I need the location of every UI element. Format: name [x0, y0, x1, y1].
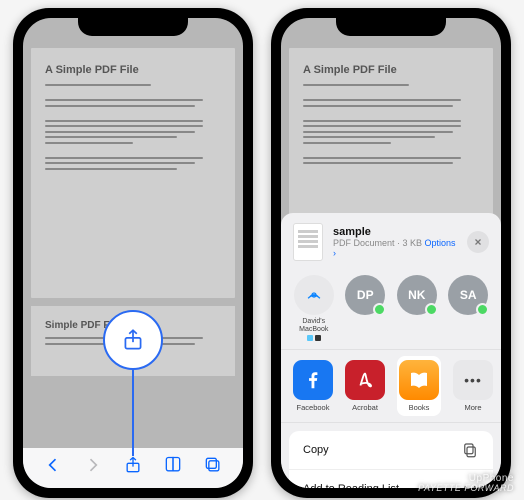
notch	[336, 16, 446, 36]
books-icon	[399, 360, 439, 400]
apps-row: Facebook Acrobat Books	[281, 350, 501, 423]
acrobat-icon	[345, 360, 385, 400]
share-file-name: sample	[333, 226, 457, 238]
airdrop-row: David's MacBook DP NK SA	[281, 271, 501, 350]
more-icon: •••	[453, 360, 493, 400]
facebook-icon	[293, 360, 333, 400]
pdf-title: A Simple PDF File	[45, 64, 221, 76]
screen-left: A Simple PDF File Simple PDF File 2	[23, 18, 243, 488]
pdf-page-1: A Simple PDF File	[31, 48, 235, 298]
screen-right: A Simple PDF File sample PDF Document · …	[281, 18, 501, 488]
back-button[interactable]	[41, 453, 65, 477]
glasses-icon	[461, 480, 479, 488]
app-more[interactable]: ••• More	[453, 360, 493, 412]
airdrop-contact[interactable]: NK	[396, 275, 438, 315]
airdrop-icon	[304, 285, 324, 305]
share-icon	[120, 327, 146, 353]
pdf-page-1-dimmed: A Simple PDF File	[289, 48, 493, 218]
share-sheet-header: sample PDF Document · 3 KB Options ›	[281, 213, 501, 271]
app-acrobat[interactable]: Acrobat	[345, 360, 385, 412]
app-facebook[interactable]: Facebook	[293, 360, 333, 412]
bookmarks-button[interactable]	[161, 453, 185, 477]
forward-button	[81, 453, 105, 477]
copy-icon	[461, 441, 479, 459]
file-thumb-icon	[293, 223, 323, 261]
airdrop-contact[interactable]: SA	[448, 275, 490, 315]
share-callout	[103, 310, 163, 370]
action-copy[interactable]: Copy	[289, 431, 493, 470]
share-button[interactable]	[121, 453, 145, 477]
pdf-title: A Simple PDF File	[303, 64, 479, 76]
share-sheet: sample PDF Document · 3 KB Options ›	[281, 213, 501, 488]
airdrop-target-device[interactable]: David's MacBook	[293, 275, 335, 341]
close-button[interactable]	[467, 231, 489, 253]
close-icon	[473, 237, 483, 247]
tabs-button[interactable]	[201, 453, 225, 477]
share-file-meta: PDF Document · 3 KB Options ›	[333, 238, 457, 258]
phone-right: A Simple PDF File sample PDF Document · …	[271, 8, 511, 498]
actions-list: Copy Add to Reading List	[289, 431, 493, 488]
app-books[interactable]: Books	[397, 356, 441, 416]
notch	[78, 16, 188, 36]
action-reading-list[interactable]: Add to Reading List	[289, 470, 493, 488]
phone-left: A Simple PDF File Simple PDF File 2	[13, 8, 253, 498]
airdrop-contact[interactable]: DP	[345, 275, 387, 315]
callout-line	[132, 370, 134, 456]
